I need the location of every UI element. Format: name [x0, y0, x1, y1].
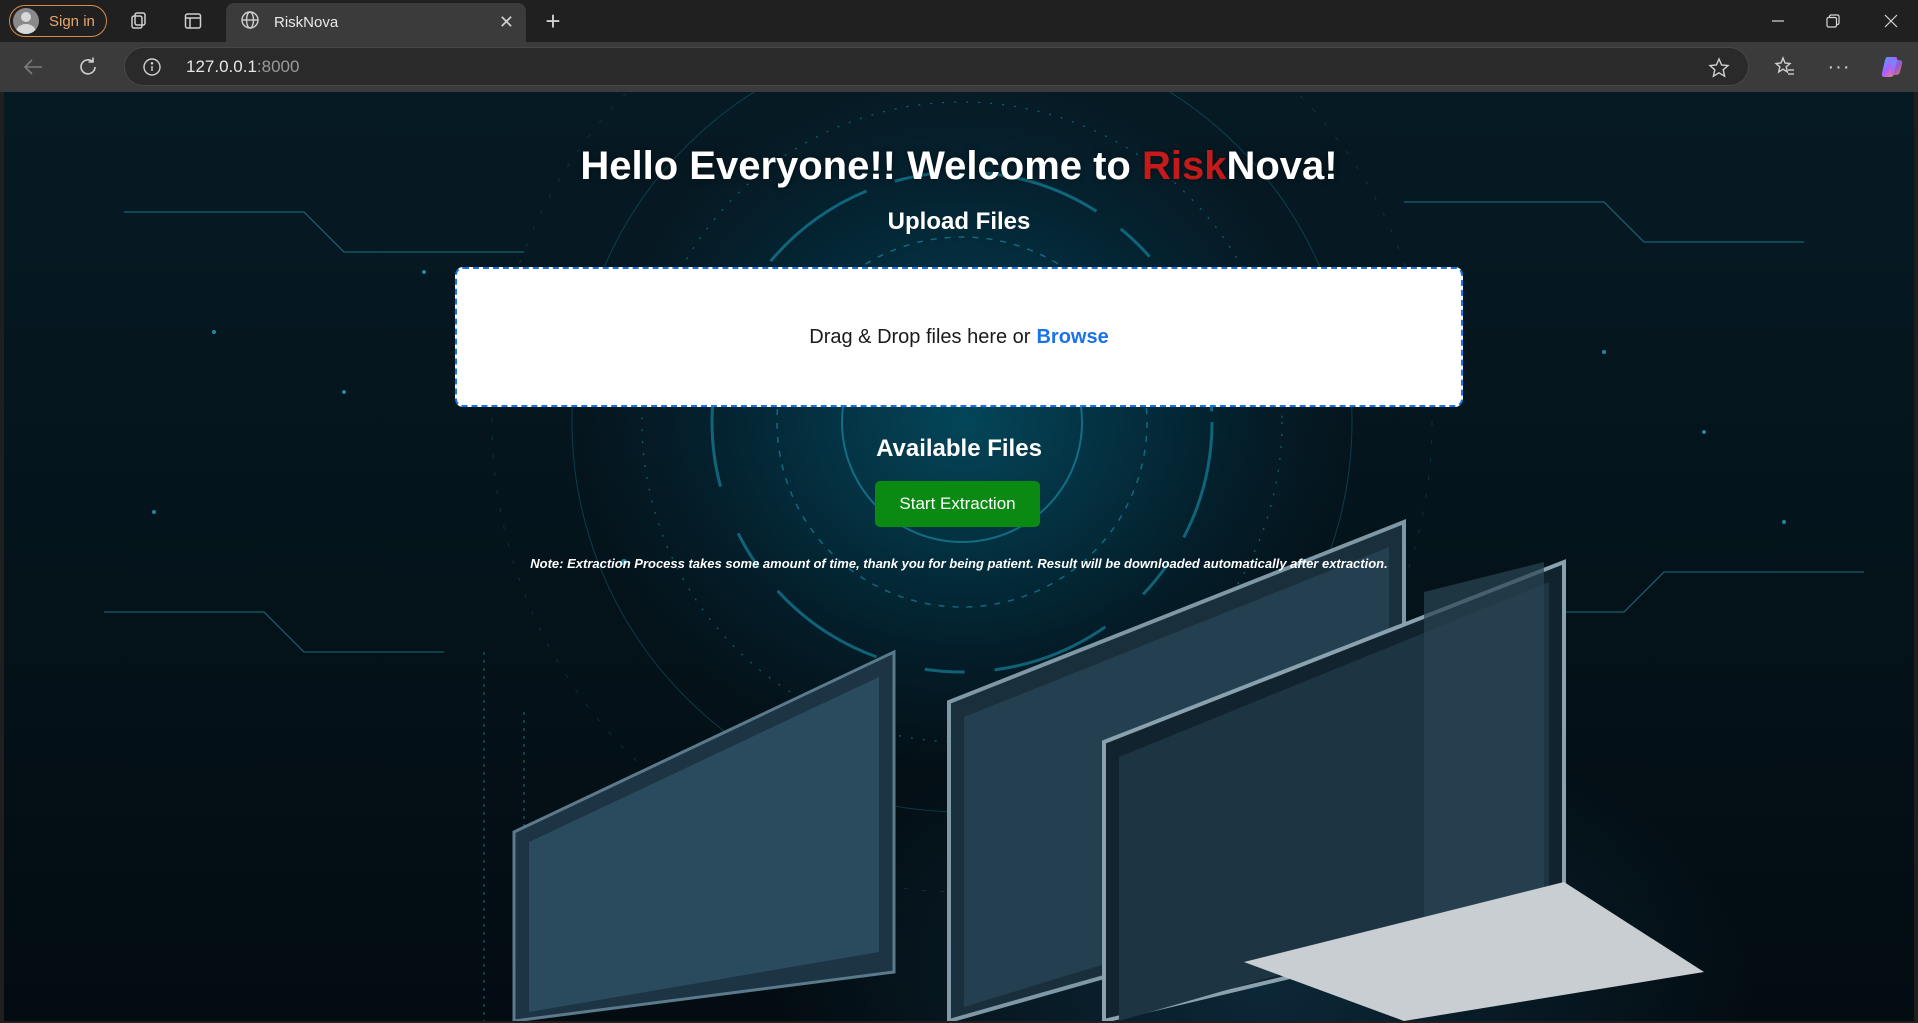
more-icon[interactable]: ···: [1826, 54, 1852, 80]
tab-actions-icon[interactable]: [181, 10, 205, 32]
extraction-note: Note: Extraction Process takes some amou…: [530, 556, 1388, 571]
url-port: :8000: [256, 56, 300, 76]
copilot-icon[interactable]: [1878, 53, 1906, 81]
favorite-star-icon[interactable]: [1708, 57, 1730, 84]
browse-link[interactable]: Browse: [1036, 326, 1108, 349]
tab-title: RiskNova: [274, 14, 339, 31]
profile-sign-in-button[interactable]: Sign in: [9, 5, 107, 37]
back-icon[interactable]: [20, 54, 46, 80]
url-host: 127.0.0.1: [186, 56, 257, 76]
workspaces-icon[interactable]: [128, 10, 152, 32]
globe-icon: [240, 10, 260, 35]
page-title: Hello Everyone!! Welcome to RiskNova!: [4, 144, 1914, 189]
restore-icon[interactable]: [1805, 0, 1860, 42]
start-extraction-button[interactable]: Start Extraction: [875, 481, 1040, 527]
headline-suffix: Nova!: [1226, 144, 1338, 188]
minimize-icon[interactable]: [1750, 0, 1805, 42]
headline-accent: Risk: [1141, 144, 1227, 188]
tab-risknova[interactable]: RiskNova ✕: [226, 3, 526, 42]
profile-label: Sign in: [49, 12, 95, 30]
favorites-icon[interactable]: [1772, 54, 1798, 80]
avatar: [13, 8, 39, 34]
close-icon[interactable]: ✕: [499, 12, 514, 33]
browser-toolbar: 127.0.0.1:8000 ···: [0, 42, 1918, 92]
page-viewport: Hello Everyone!! Welcome to RiskNova! Up…: [4, 92, 1914, 1021]
browser-titlebar: Sign in RiskNova ✕ +: [0, 0, 1918, 42]
window-close-icon[interactable]: [1863, 0, 1918, 42]
site-info-icon[interactable]: [142, 57, 162, 82]
headline-prefix: Hello Everyone!! Welcome to: [580, 144, 1142, 188]
upload-files-heading: Upload Files: [887, 208, 1031, 235]
new-tab-icon[interactable]: +: [541, 6, 565, 36]
dropzone-text: Drag & Drop files here or: [809, 325, 1031, 348]
available-files-heading: Available Files: [876, 435, 1042, 462]
file-dropzone[interactable]: Drag & Drop files here or Browse: [455, 267, 1463, 407]
refresh-icon[interactable]: [75, 54, 101, 80]
address-bar[interactable]: 127.0.0.1:8000: [124, 47, 1749, 86]
